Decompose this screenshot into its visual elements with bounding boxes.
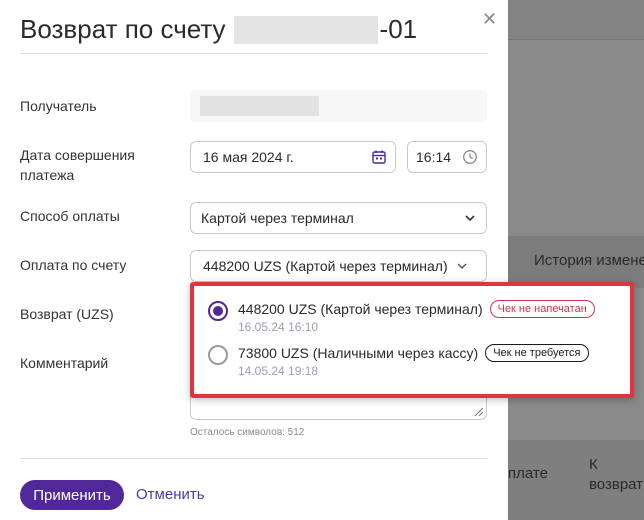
dropdown-option-main: 448200 UZS (Картой через терминал) Чек н…: [238, 300, 595, 318]
cancel-link[interactable]: Отменить: [136, 486, 205, 503]
modal-title-prefix: Возврат по счету: [20, 14, 226, 44]
footer-divider: [20, 458, 487, 459]
dropdown-option[interactable]: 73800 UZS (Наличными через кассу) Чек не…: [208, 344, 589, 378]
resize-handle-icon[interactable]: [472, 405, 484, 417]
chevron-down-icon: [457, 263, 467, 269]
status-badge: Чек не требуется: [485, 344, 589, 362]
status-badge: Чек не напечатан: [489, 300, 595, 318]
calendar-icon[interactable]: [371, 149, 387, 165]
dropdown-option-main: 73800 UZS (Наличными через кассу) Чек не…: [238, 344, 589, 362]
dropdown-option-title: 448200 UZS (Картой через терминал): [238, 301, 483, 317]
close-icon[interactable]: ✕: [482, 10, 497, 28]
dropdown-option-text: 448200 UZS (Картой через терминал) Чек н…: [238, 300, 595, 334]
recipient-field: [190, 90, 487, 122]
clock-icon[interactable]: [462, 149, 478, 165]
modal-title-suffix: -01: [379, 14, 418, 44]
apply-button[interactable]: Применить: [20, 480, 124, 510]
background-column-header: плате: [508, 465, 548, 482]
radio-selected-icon[interactable]: [208, 301, 228, 321]
payment-time-input[interactable]: 16:14: [407, 141, 487, 173]
dropdown-option[interactable]: 448200 UZS (Картой через терминал) Чек н…: [208, 300, 595, 334]
invoice-payment-value: 448200 UZS (Картой через терминал): [203, 258, 448, 274]
payment-date-value: 16 мая 2024 г.: [203, 149, 294, 165]
dropdown-option-date: 16.05.24 16:10: [238, 320, 319, 334]
payment-date-input[interactable]: 16 мая 2024 г.: [190, 141, 396, 173]
invoice-payment-dropdown: 448200 UZS (Картой через терминал) Чек н…: [190, 282, 634, 398]
invoice-payment-label: Оплата по счету: [20, 257, 127, 273]
refund-amount-label: Возврат (UZS): [20, 306, 114, 322]
dropdown-option-date: 14.05.24 19:18: [238, 364, 319, 378]
redacted-invoice-number: [233, 15, 378, 44]
payment-method-label: Способ оплаты: [20, 208, 120, 224]
recipient-label: Получатель: [20, 98, 97, 114]
payment-date-label: Дата совершения платежа: [20, 147, 135, 183]
background-top-strip: [508, 0, 644, 40]
invoice-payment-select[interactable]: 448200 UZS (Картой через терминал): [190, 250, 487, 282]
redacted-recipient-name: [200, 96, 319, 116]
payment-time-value: 16:14: [416, 149, 452, 165]
payment-method-value: Картой через терминал: [201, 210, 354, 226]
dropdown-option-text: 73800 UZS (Наличными через кассу) Чек не…: [238, 344, 589, 378]
refund-modal: Возврат по счету -01 ✕ Получатель Дата с…: [0, 0, 508, 520]
modal-title: Возврат по счету -01: [20, 14, 417, 45]
background-column-header-refund: К возврат: [589, 456, 644, 493]
chars-left-counter: Осталось символов: 512: [190, 427, 305, 438]
comment-label: Комментарий: [20, 355, 109, 371]
chevron-down-icon: [465, 215, 475, 222]
title-divider: [20, 53, 487, 54]
radio-unselected-icon[interactable]: [208, 345, 228, 365]
background-history-tab: История измене: [534, 252, 644, 269]
dropdown-option-title: 73800 UZS (Наличными через кассу): [238, 345, 479, 361]
payment-method-select[interactable]: Картой через терминал: [190, 202, 487, 234]
